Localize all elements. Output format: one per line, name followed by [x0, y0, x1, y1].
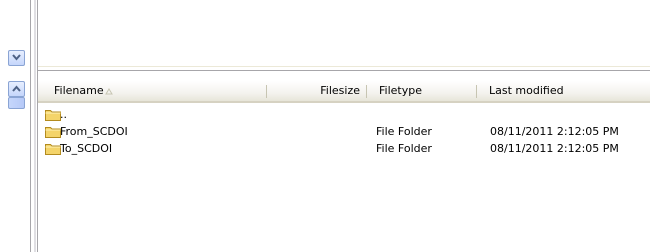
column-label: Filename — [54, 84, 104, 97]
list-item-folder[interactable]: From_SCDOI File Folder 08/11/2011 2:12:0… — [38, 123, 650, 140]
file-modified: 08/11/2011 2:12:05 PM — [490, 125, 619, 138]
chevron-down-icon — [12, 54, 21, 61]
column-label: Filesize — [320, 84, 360, 97]
scroll-thumb[interactable] — [8, 97, 25, 109]
file-type: File Folder — [376, 125, 432, 138]
column-divider[interactable] — [366, 85, 367, 98]
list-item-parent[interactable]: .. — [38, 106, 650, 123]
file-name: .. — [60, 108, 67, 121]
column-label: Last modified — [489, 84, 564, 97]
left-scrollbar-area — [0, 0, 30, 252]
separator — [38, 70, 650, 71]
folder-icon — [45, 144, 61, 155]
file-modified: 08/11/2011 2:12:05 PM — [490, 142, 619, 155]
file-list[interactable]: Filename Filesize Filetype Last modified… — [38, 72, 650, 252]
file-name: To_SCDOI — [60, 142, 113, 155]
pane-divider — [30, 0, 31, 252]
column-label: Filetype — [379, 84, 422, 97]
file-name: From_SCDOI — [60, 125, 128, 138]
column-header-filetype[interactable]: Filetype — [371, 81, 475, 101]
folder-icon — [45, 110, 61, 121]
list-item-folder[interactable]: To_SCDOI File Folder 08/11/2011 2:12:05 … — [38, 140, 650, 157]
scroll-down-button[interactable] — [8, 50, 25, 66]
column-divider[interactable] — [476, 85, 477, 98]
file-type: File Folder — [376, 142, 432, 155]
scroll-up-button[interactable] — [8, 81, 25, 97]
column-header-filesize[interactable]: Filesize — [266, 81, 365, 101]
column-header-filename[interactable]: Filename — [46, 81, 264, 101]
chevron-up-icon — [12, 85, 21, 92]
folder-icon — [45, 127, 61, 138]
sort-ascending-icon — [105, 88, 113, 95]
pane-splitter[interactable] — [34, 0, 36, 252]
separator — [38, 66, 650, 67]
list-header: Filename Filesize Filetype Last modified — [38, 81, 650, 103]
column-header-last-modified[interactable]: Last modified — [481, 81, 650, 101]
